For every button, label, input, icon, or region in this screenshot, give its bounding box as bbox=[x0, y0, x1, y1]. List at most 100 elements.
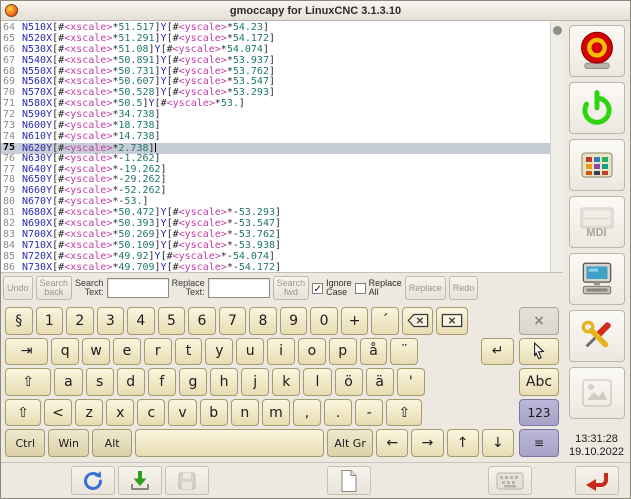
kb-key[interactable]: 9 bbox=[280, 307, 308, 335]
kb-key[interactable]: f bbox=[148, 368, 176, 396]
kb-key[interactable]: § bbox=[5, 307, 33, 335]
kb-key[interactable]: 8 bbox=[249, 307, 277, 335]
kb-key[interactable]: u bbox=[236, 338, 264, 366]
kb-key[interactable]: l bbox=[303, 368, 331, 396]
scrollbar-thumb[interactable] bbox=[553, 26, 562, 35]
disabled-button[interactable] bbox=[569, 367, 625, 419]
kb-key[interactable]: g bbox=[179, 368, 207, 396]
search-back-button[interactable]: Search back bbox=[36, 276, 73, 300]
kb-key[interactable]: ¨ bbox=[390, 338, 418, 366]
gcode-editor[interactable]: 64N510X[#<xscale>*51.517]Y[#<yscale>*54.… bbox=[1, 21, 563, 273]
ignore-case-checkbox[interactable]: ✓ Ignore Case bbox=[312, 279, 352, 297]
keyboard-toggle-button[interactable] bbox=[488, 466, 532, 495]
enter-key[interactable]: ↵ bbox=[481, 338, 514, 366]
faded-icon bbox=[577, 373, 617, 413]
kb-key[interactable]: ä bbox=[366, 368, 394, 396]
kb-key[interactable]: k bbox=[272, 368, 300, 396]
kb-key[interactable]: + bbox=[341, 307, 369, 335]
ignore-case-checkbox-box[interactable]: ✓ bbox=[312, 283, 323, 294]
new-file-button[interactable] bbox=[327, 466, 371, 495]
save-button[interactable] bbox=[118, 466, 162, 495]
kb-key[interactable]: ' bbox=[397, 368, 425, 396]
kb-key[interactable]: c bbox=[137, 399, 165, 427]
save-as-button[interactable] bbox=[165, 466, 209, 495]
shift-key[interactable]: ⇧ bbox=[5, 399, 41, 427]
kb-key[interactable]: q bbox=[51, 338, 79, 366]
kb-key[interactable]: j bbox=[241, 368, 269, 396]
pointer-key[interactable] bbox=[519, 338, 559, 366]
kb-key[interactable]: x bbox=[106, 399, 134, 427]
exit-editor-button[interactable] bbox=[575, 466, 619, 495]
kb-key[interactable]: r bbox=[144, 338, 172, 366]
kb-key[interactable]: < bbox=[44, 399, 72, 427]
backspace-key[interactable] bbox=[402, 307, 433, 335]
arrow-up-key[interactable]: ↑ bbox=[447, 429, 479, 457]
kb-key[interactable]: e bbox=[113, 338, 141, 366]
search-input[interactable] bbox=[107, 278, 169, 298]
kb-key[interactable]: 1 bbox=[36, 307, 64, 335]
kb-key[interactable]: a bbox=[54, 368, 82, 396]
keypad-button[interactable] bbox=[569, 139, 625, 191]
redo-button[interactable]: Redo bbox=[449, 276, 479, 300]
alt-key[interactable]: Alt bbox=[92, 429, 132, 457]
kb-key[interactable]: s bbox=[86, 368, 114, 396]
code-line[interactable]: 74N610Y[#<yscale>*14.738] bbox=[1, 132, 563, 143]
kb-key[interactable]: å bbox=[360, 338, 388, 366]
search-fwd-button[interactable]: Search fwd bbox=[273, 276, 310, 300]
replace-button[interactable]: Replace bbox=[405, 276, 446, 300]
kb-key[interactable]: m bbox=[262, 399, 290, 427]
kb-key[interactable]: 7 bbox=[219, 307, 247, 335]
settings-button[interactable] bbox=[569, 253, 625, 305]
arrow-right-key[interactable]: → bbox=[411, 429, 443, 457]
kb-key[interactable]: y bbox=[205, 338, 233, 366]
kb-key[interactable]: v bbox=[168, 399, 196, 427]
code-line[interactable]: 86N730X[#<xscale>*49.709]Y[#<yscale>*-54… bbox=[1, 263, 563, 273]
replace-input[interactable] bbox=[208, 278, 270, 298]
editor-scrollbar[interactable] bbox=[550, 21, 563, 272]
numeric-layer-key[interactable]: 123 bbox=[519, 399, 559, 427]
tool-editor-button[interactable] bbox=[569, 310, 625, 362]
kb-key[interactable]: h bbox=[210, 368, 238, 396]
abc-key[interactable]: Abc bbox=[519, 368, 559, 396]
machine-on-button[interactable] bbox=[569, 82, 625, 134]
kb-key[interactable]: p bbox=[329, 338, 357, 366]
kb-key[interactable]: o bbox=[298, 338, 326, 366]
kb-key[interactable]: w bbox=[82, 338, 110, 366]
kb-key[interactable]: 3 bbox=[97, 307, 125, 335]
menu-key[interactable]: ≡ bbox=[519, 429, 559, 457]
kb-key[interactable]: 4 bbox=[127, 307, 155, 335]
reload-button[interactable] bbox=[71, 466, 115, 495]
replace-all-checkbox-box[interactable] bbox=[355, 283, 366, 294]
space-key[interactable] bbox=[135, 429, 324, 457]
kb-key[interactable]: n bbox=[231, 399, 259, 427]
replace-all-checkbox[interactable]: Replace All bbox=[355, 279, 402, 297]
mdi-button[interactable]: MDI bbox=[569, 196, 625, 248]
title-bar[interactable]: gmoccapy for LinuxCNC 3.1.3.10 bbox=[1, 1, 630, 21]
arrow-down-key[interactable]: ↓ bbox=[482, 429, 514, 457]
kb-key[interactable]: z bbox=[75, 399, 103, 427]
tab-key[interactable]: ⇥ bbox=[5, 338, 48, 366]
kb-key[interactable]: - bbox=[355, 399, 383, 427]
clear-key[interactable] bbox=[436, 307, 467, 335]
win-key[interactable]: Win bbox=[48, 429, 88, 457]
kb-key[interactable]: 0 bbox=[310, 307, 338, 335]
shift-key[interactable]: ⇧ bbox=[5, 368, 51, 396]
ctrl-key[interactable]: Ctrl bbox=[5, 429, 45, 457]
kb-key[interactable]: b bbox=[200, 399, 228, 427]
kb-key[interactable]: ö bbox=[335, 368, 363, 396]
shift-key[interactable]: ⇧ bbox=[386, 399, 422, 427]
hide-keyboard-key[interactable]: × bbox=[519, 307, 559, 335]
altgr-key[interactable]: Alt Gr bbox=[327, 429, 373, 457]
kb-key[interactable]: . bbox=[324, 399, 352, 427]
estop-button[interactable] bbox=[569, 25, 625, 77]
kb-key[interactable]: 2 bbox=[66, 307, 94, 335]
undo-button[interactable]: Undo bbox=[3, 276, 33, 300]
kb-key[interactable]: 5 bbox=[158, 307, 186, 335]
kb-key[interactable]: t bbox=[175, 338, 203, 366]
arrow-left-key[interactable]: ← bbox=[376, 429, 408, 457]
kb-key[interactable]: 6 bbox=[188, 307, 216, 335]
kb-key[interactable]: , bbox=[293, 399, 321, 427]
kb-key[interactable]: d bbox=[117, 368, 145, 396]
kb-key[interactable]: i bbox=[267, 338, 295, 366]
kb-key[interactable]: ´ bbox=[371, 307, 399, 335]
